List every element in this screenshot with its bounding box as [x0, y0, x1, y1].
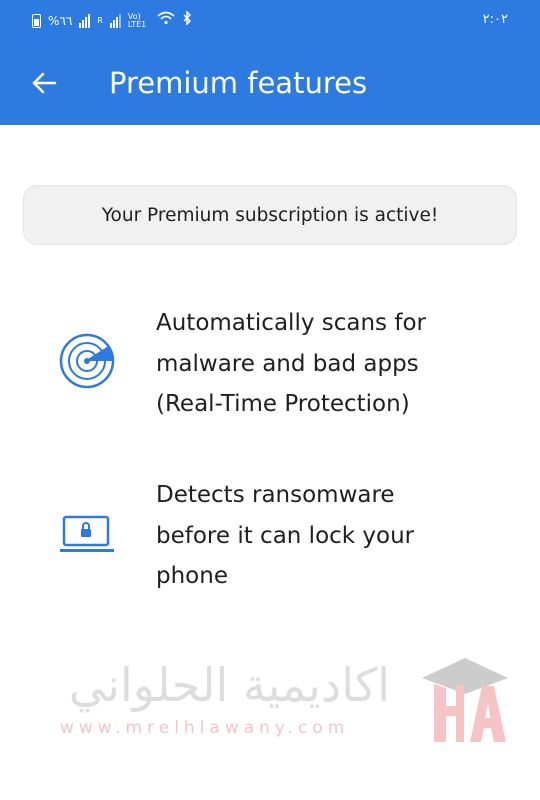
watermark: اكاديمية الحلواني www.mrelhlawany.com — [50, 650, 520, 760]
feature-line: (Real-Time Protection) — [156, 391, 410, 417]
app-bar: Premium features — [0, 41, 540, 125]
feature-line: Automatically scans for — [156, 310, 426, 336]
feature-line: malware and bad apps — [156, 350, 419, 377]
status-icons: %٦٦ R Vo) LTE1 — [32, 10, 192, 30]
feature-description: Automatically scans for malware and bad … — [156, 303, 516, 425]
laptop-lock-icon — [58, 514, 116, 560]
volte-indicator: Vo) LTE1 — [127, 11, 147, 29]
subscription-status-banner: Your Premium subscription is active! — [23, 185, 517, 245]
signal-strength-icon-2 — [109, 13, 121, 28]
feature-line: phone — [156, 563, 228, 589]
watermark-url: www.mrelhlawany.com — [60, 718, 350, 738]
feature-ransomware-protection: Detects ransomware before it can lock yo… — [0, 472, 540, 602]
battery-percentage: %٦٦ — [48, 13, 73, 28]
page-title: Premium features — [109, 66, 368, 100]
wifi-icon — [157, 11, 175, 30]
radar-scan-icon — [58, 332, 116, 394]
academy-logo-icon — [420, 650, 510, 754]
back-button[interactable] — [22, 61, 66, 105]
watermark-arabic-text: اكاديمية الحلواني — [68, 658, 390, 712]
arrow-left-icon — [32, 72, 57, 94]
signal-strength-icon — [79, 13, 91, 28]
feature-description: Detects ransomware before it can lock yo… — [156, 475, 516, 597]
status-bar: %٦٦ R Vo) LTE1 ٢:٠٢ — [0, 0, 540, 41]
battery-icon — [32, 13, 41, 28]
feature-line: before it can lock your — [156, 522, 415, 549]
feature-real-time-protection: Automatically scans for malware and bad … — [0, 300, 540, 430]
feature-line: Detects ransomware — [156, 482, 395, 508]
clock: ٢:٠٢ — [482, 12, 508, 27]
bluetooth-icon — [182, 10, 192, 30]
roaming-indicator: R — [97, 15, 103, 25]
